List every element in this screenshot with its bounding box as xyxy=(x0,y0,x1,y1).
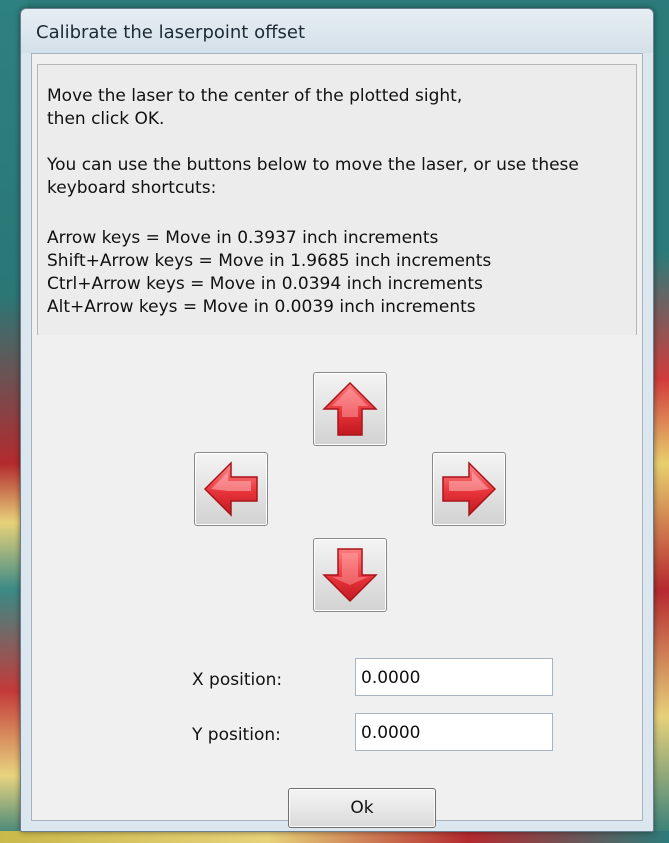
move-up-button[interactable] xyxy=(313,372,387,446)
desktop-background-right xyxy=(653,0,669,843)
y-position-field[interactable]: 0.0000 xyxy=(355,713,553,751)
move-left-button[interactable] xyxy=(194,452,268,526)
y-position-label: Y position: xyxy=(192,725,281,745)
dialog-title: Calibrate the laserpoint offset xyxy=(36,22,306,43)
shortcut-alt-arrow-keys: Alt+Arrow keys = Move in 0.0039 inch inc… xyxy=(47,297,476,317)
shortcut-shift-arrow-keys: Shift+Arrow keys = Move in 1.9685 inch i… xyxy=(47,251,492,271)
shortcut-arrow-keys: Arrow keys = Move in 0.3937 inch increme… xyxy=(47,228,439,248)
arrow-up-icon xyxy=(322,381,378,436)
instructions-panel: Move the laser to the center of the plot… xyxy=(37,64,637,335)
instruction-line-1: Move the laser to the center of the plot… xyxy=(47,86,463,106)
title-bar[interactable]: Calibrate the laserpoint offset xyxy=(21,9,653,53)
x-position-field[interactable]: 0.0000 xyxy=(355,658,553,696)
arrow-down-icon xyxy=(322,548,378,603)
desktop-background-bottom xyxy=(0,831,669,843)
instruction-line-2: then click OK. xyxy=(47,109,165,129)
dialog-client-area: Move the laser to the center of the plot… xyxy=(31,53,643,828)
instruction-line-4: keyboard shortcuts: xyxy=(47,178,217,198)
x-position-label: X position: xyxy=(192,670,283,690)
instruction-line-3: You can use the buttons below to move th… xyxy=(47,155,579,175)
shortcut-ctrl-arrow-keys: Ctrl+Arrow keys = Move in 0.0394 inch in… xyxy=(47,274,483,294)
arrow-left-icon xyxy=(203,461,258,517)
calibrate-dialog: Calibrate the laserpoint offset Move the… xyxy=(20,8,654,832)
move-right-button[interactable] xyxy=(432,452,506,526)
ok-button[interactable]: Ok xyxy=(288,788,436,828)
arrow-right-icon xyxy=(442,461,497,517)
move-down-button[interactable] xyxy=(313,538,387,612)
